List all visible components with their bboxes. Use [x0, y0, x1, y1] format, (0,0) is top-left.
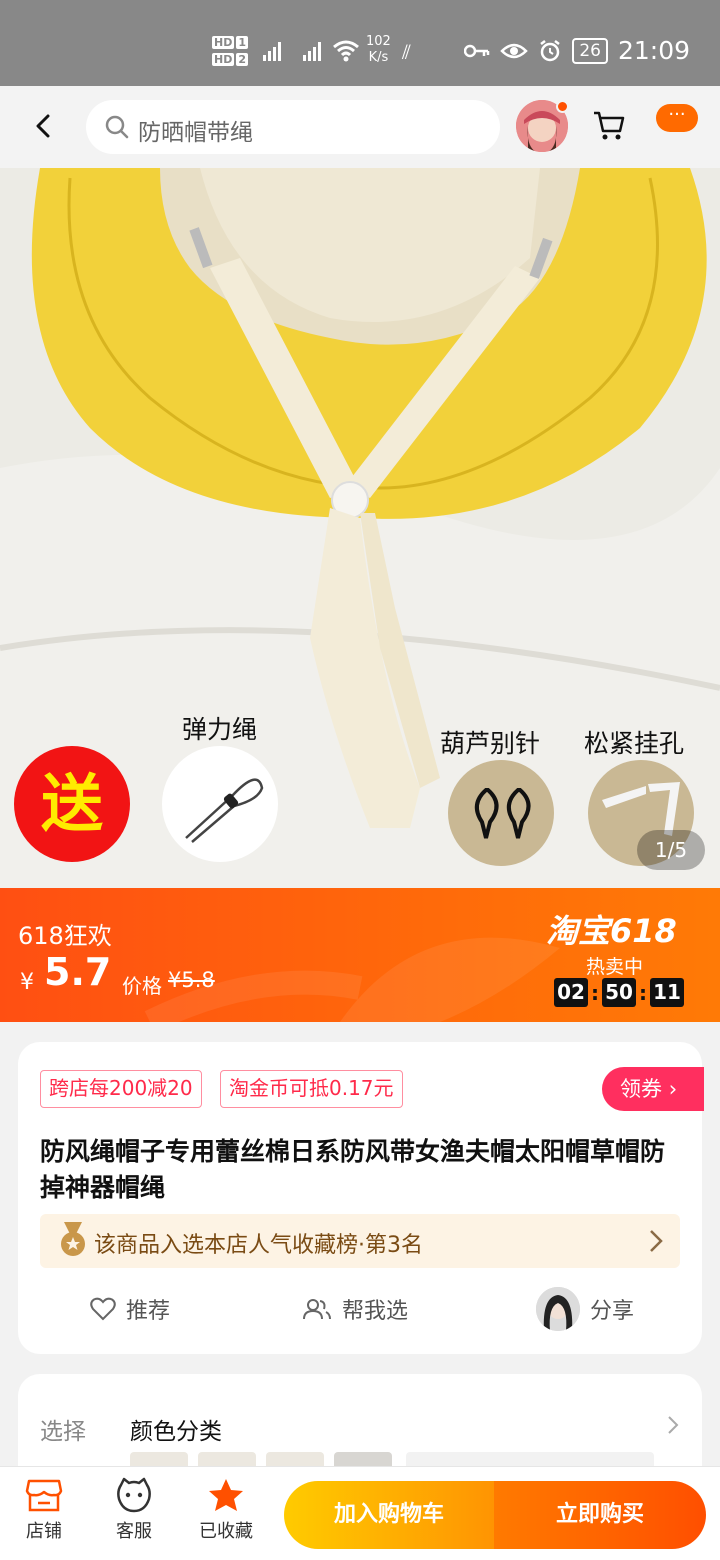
alarm-icon	[540, 39, 561, 61]
shop-label: 店铺	[26, 1521, 62, 1542]
eye-icon	[500, 43, 529, 58]
chevron-right-icon	[650, 1230, 663, 1252]
net-speed: 102 K/s	[366, 34, 391, 65]
ranking-bar[interactable]: 该商品入选本店人气收藏榜·第3名	[40, 1214, 680, 1268]
shop-button[interactable]: 店铺	[14, 1477, 74, 1543]
help-choose-button[interactable]: 帮我选	[302, 1288, 408, 1330]
gift-2-label: 葫芦别针	[440, 729, 541, 758]
original-price-label: 价格	[122, 974, 162, 998]
recommend-label: 推荐	[126, 1299, 171, 1324]
gift-1-label: 弹力绳	[182, 715, 258, 744]
product-gallery[interactable]: 送 弹力绳 葫芦别针 松紧挂孔 1/5	[0, 168, 720, 888]
color-category-label: 颜色分类	[130, 1419, 222, 1445]
sim-indicators: HD 1 HD 2	[212, 36, 248, 66]
star-icon	[209, 1479, 243, 1511]
countdown-timer: 02 : 50 : 11	[554, 978, 684, 1007]
promo-name: 618狂欢	[18, 922, 112, 950]
share-button[interactable]: 分享	[536, 1287, 635, 1331]
gift-3-label: 松紧挂孔	[584, 729, 685, 758]
key-icon	[464, 44, 490, 57]
medal-icon	[61, 1222, 85, 1256]
battery-indicator: 26	[572, 37, 608, 64]
product-title: 防风绳帽子专用蕾丝棉日系防风带女渔夫帽太阳帽草帽防掉神器帽绳	[40, 1137, 666, 1202]
favorited-label: 已收藏	[199, 1521, 253, 1542]
search-query: 防晒帽带绳	[138, 120, 253, 146]
price-banner: 618狂欢 ¥ 5.7 价格 ¥5.8 淘宝618 热卖中 02 : 50 : …	[0, 888, 720, 1022]
add-to-cart-button[interactable]: 加入购物车	[284, 1481, 494, 1549]
product-info-card: 跨店每200减20 淘金币可抵0.17元 领券 › 防风绳帽子专用蕾丝棉日系防风…	[18, 1042, 704, 1354]
countdown-separator: :	[591, 980, 599, 1005]
search-input[interactable]: 防晒帽带绳	[86, 100, 500, 154]
select-label: 选择	[40, 1419, 86, 1445]
favorite-button[interactable]: 已收藏	[196, 1477, 256, 1543]
countdown-separator: :	[639, 980, 647, 1005]
notification-dot	[556, 100, 569, 113]
status-bar: HD 1 HD 2 102 K/s ⫽ 26 21:09	[0, 0, 720, 86]
pin-thumbnail	[448, 760, 554, 866]
chevron-right-icon: ›	[668, 1077, 678, 1101]
help-choose-label: 帮我选	[342, 1299, 409, 1324]
get-coupon-button[interactable]: 领券 ›	[602, 1067, 704, 1111]
customer-service-label: 客服	[116, 1521, 152, 1542]
top-nav: 防晒帽带绳 ···	[0, 86, 720, 168]
heart-icon	[90, 1297, 116, 1321]
currency-symbol: ¥	[20, 970, 34, 995]
buy-now-button[interactable]: 立即购买	[494, 1481, 706, 1549]
signal-1-icon	[263, 42, 281, 61]
search-icon	[105, 115, 129, 139]
chevron-right-icon	[668, 1416, 679, 1434]
cart-icon[interactable]	[592, 110, 626, 142]
gift-badge: 送	[14, 746, 130, 862]
current-price: 5.7	[44, 950, 112, 994]
countdown-minutes: 50	[602, 978, 636, 1007]
signal-2-icon	[303, 42, 321, 61]
back-arrow-icon[interactable]	[26, 108, 62, 144]
gallery-page-indicator: 1/5	[637, 830, 705, 870]
customer-service-icon	[117, 1477, 151, 1513]
coupon-label: 领券	[620, 1077, 662, 1101]
wifi-icon	[333, 40, 359, 62]
original-price: ¥5.8	[168, 968, 215, 992]
elastic-cord-thumbnail	[162, 746, 278, 862]
promo-tag[interactable]: 跨店每200减20	[40, 1070, 202, 1108]
hot-sale-label: 热卖中	[586, 956, 644, 978]
countdown-seconds: 11	[650, 978, 684, 1007]
more-menu-button[interactable]: ···	[656, 104, 698, 132]
nfc-icon: ⫽	[402, 40, 411, 64]
bottom-action-bar: 店铺 客服 已收藏 加入购物车 立即购买	[0, 1466, 720, 1560]
people-icon	[303, 1299, 331, 1320]
taobao-618-logo: 淘宝618	[546, 912, 677, 950]
customer-service-button[interactable]: 客服	[104, 1477, 164, 1543]
shop-icon	[25, 1479, 63, 1512]
recommend-button[interactable]: 推荐	[90, 1288, 170, 1330]
clock: 21:09	[617, 36, 690, 65]
promo-tag[interactable]: 淘金币可抵0.17元	[220, 1070, 403, 1108]
share-label: 分享	[590, 1299, 635, 1324]
purchase-buttons: 加入购物车 立即购买	[284, 1481, 706, 1549]
countdown-hours: 02	[554, 978, 588, 1007]
share-avatar	[536, 1287, 580, 1331]
ranking-text: 该商品入选本店人气收藏榜·第3名	[94, 1233, 423, 1258]
